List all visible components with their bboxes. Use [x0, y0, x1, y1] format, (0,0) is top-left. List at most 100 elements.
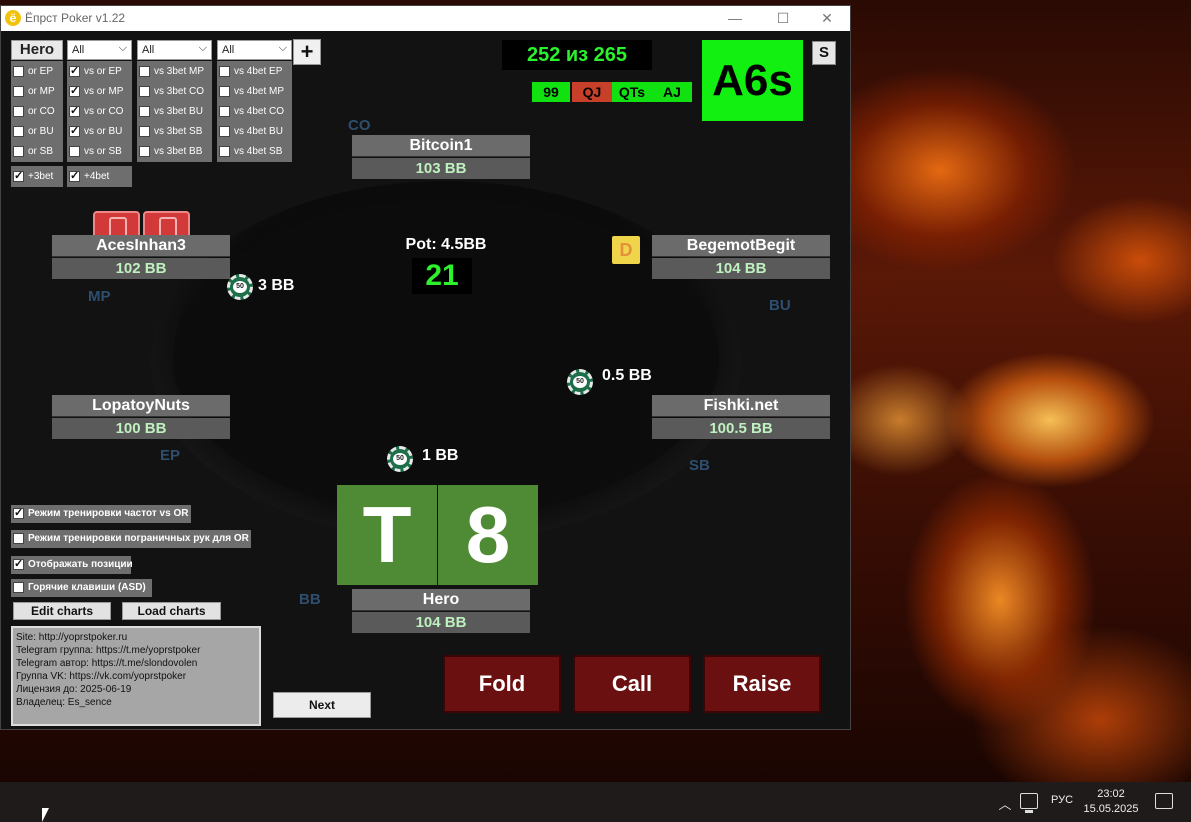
- position-label-mp: MP: [88, 288, 111, 305]
- checkbox-box[interactable]: [13, 126, 24, 137]
- filter-checkbox[interactable]: vs or BU: [67, 122, 132, 142]
- filter-checkbox[interactable]: or MP: [11, 82, 63, 102]
- filter-checkbox[interactable]: vs 4bet EP: [217, 62, 292, 82]
- checkbox-label: vs 3bet MP: [154, 66, 205, 77]
- filter-checkbox[interactable]: vs 3bet CO: [137, 82, 212, 102]
- filter-checkbox[interactable]: or SB: [11, 142, 63, 162]
- checkbox-box[interactable]: [13, 86, 24, 97]
- checkbox-box[interactable]: [69, 146, 80, 157]
- checkbox-box[interactable]: [13, 169, 24, 182]
- filter-checkbox[interactable]: or EP: [11, 62, 63, 82]
- filter-checkbox[interactable]: vs or EP: [67, 62, 132, 82]
- filter-checkbox[interactable]: vs 4bet BU: [217, 122, 292, 142]
- filter-checkbox[interactable]: or CO: [11, 102, 63, 122]
- app-logo-icon: ё: [5, 10, 21, 26]
- taskbar: ︿ РУС 23:02 15.05.2025: [0, 782, 1191, 822]
- checkbox-box[interactable]: [139, 106, 150, 117]
- add-filter-button[interactable]: +: [293, 39, 321, 65]
- hotkeys-checkbox[interactable]: Горячие клавиши (ASD): [11, 579, 152, 597]
- checkbox-box[interactable]: [219, 126, 230, 137]
- filter-checkbox[interactable]: vs or CO: [67, 102, 132, 122]
- chevron-up-icon[interactable]: ︿: [998, 794, 1012, 812]
- filter-checkbox[interactable]: vs or SB: [67, 142, 132, 162]
- chip-icon: [227, 274, 253, 300]
- settings-s-button[interactable]: S: [812, 41, 836, 65]
- checkbox-box[interactable]: [139, 126, 150, 137]
- seat-hero-name: Hero: [352, 589, 530, 611]
- seat-hero-stack: 104 BB: [352, 612, 530, 633]
- filter-checkbox[interactable]: vs 4bet SB: [217, 142, 292, 162]
- notification-icon[interactable]: [1155, 793, 1173, 809]
- filter-dropdown-2[interactable]: All ⌵: [137, 40, 212, 60]
- checkbox-box[interactable]: [139, 66, 150, 77]
- filter-dropdown-1[interactable]: All ⌵: [67, 40, 132, 60]
- checkbox-box[interactable]: [139, 86, 150, 97]
- fold-button[interactable]: Fold: [443, 655, 561, 713]
- checkbox-box[interactable]: [13, 582, 24, 593]
- network-icon[interactable]: [1020, 793, 1038, 813]
- checkbox-box[interactable]: [69, 64, 80, 77]
- maximize-button[interactable]: ☐: [763, 8, 803, 28]
- seat-co-name: Bitcoin1: [352, 135, 530, 157]
- clock[interactable]: 23:02 15.05.2025: [1082, 787, 1140, 817]
- close-button[interactable]: ✕: [807, 8, 847, 28]
- checkbox-box[interactable]: [219, 146, 230, 157]
- filter-checkbox[interactable]: vs 4bet MP: [217, 82, 292, 102]
- plus-4bet-checkbox[interactable]: +4bet: [67, 166, 132, 187]
- seat-bu-name: BegemotBegit: [652, 235, 830, 257]
- filter-checkbox[interactable]: vs 3bet BB: [137, 142, 212, 162]
- chip-icon: [387, 446, 413, 472]
- checkbox-box[interactable]: [13, 146, 24, 157]
- seat-mp-name: AcesInhan3: [52, 235, 230, 257]
- checkbox-box[interactable]: [13, 66, 24, 77]
- freq-training-checkbox[interactable]: Режим тренировки частот vs OR: [11, 505, 191, 523]
- checkbox-label: vs 4bet MP: [234, 86, 285, 97]
- call-button[interactable]: Call: [573, 655, 691, 713]
- position-label-co: CO: [348, 117, 371, 134]
- dealer-button: D: [612, 236, 640, 264]
- load-charts-button[interactable]: Load charts: [122, 602, 221, 620]
- checkbox-box[interactable]: [219, 86, 230, 97]
- filter-checkbox[interactable]: vs 3bet SB: [137, 122, 212, 142]
- clock-date: 15.05.2025: [1083, 803, 1139, 815]
- recent-hand-3: QTs: [612, 82, 652, 102]
- filter-checkbox[interactable]: vs 4bet CO: [217, 102, 292, 122]
- checkbox-box[interactable]: [13, 533, 24, 544]
- bet-amount-bb: 1 BB: [422, 447, 459, 464]
- title-bar[interactable]: ё Ёпрст Poker v1.22 — ☐ ✕: [1, 6, 850, 31]
- hero-selector[interactable]: Hero: [11, 40, 63, 60]
- checkbox-box[interactable]: [139, 146, 150, 157]
- chip-icon: [567, 369, 593, 395]
- checkbox-box[interactable]: [219, 106, 230, 117]
- app-window: ё Ёпрст Poker v1.22 — ☐ ✕ Hero All ⌵ All…: [0, 5, 851, 730]
- language-indicator[interactable]: РУС: [1048, 794, 1076, 806]
- open-raise-group: or EP or MP or CO or BU or SB: [11, 61, 63, 162]
- hands-counter: 252 из 265: [502, 40, 652, 70]
- filter-checkbox[interactable]: vs 3bet MP: [137, 62, 212, 82]
- checkbox-box[interactable]: [13, 557, 24, 570]
- filter-checkbox[interactable]: vs 3bet BU: [137, 102, 212, 122]
- position-label-sb: SB: [689, 457, 710, 474]
- checkbox-label: Режим тренировки пограничных рук для OR: [28, 533, 249, 544]
- filter-dropdown-3[interactable]: All ⌵: [217, 40, 292, 60]
- checkbox-box[interactable]: [69, 169, 80, 182]
- card-back-icon: [143, 211, 190, 237]
- filter-checkbox[interactable]: vs or MP: [67, 82, 132, 102]
- checkbox-box[interactable]: [69, 124, 80, 137]
- edit-charts-button[interactable]: Edit charts: [13, 602, 111, 620]
- checkbox-box[interactable]: [219, 66, 230, 77]
- checkbox-box[interactable]: [13, 106, 24, 117]
- checkbox-box[interactable]: [69, 84, 80, 97]
- info-line: Telegram группа: https://t.me/yoprstpoke…: [16, 645, 201, 656]
- raise-button[interactable]: Raise: [703, 655, 821, 713]
- checkbox-box[interactable]: [13, 506, 24, 519]
- borderline-training-checkbox[interactable]: Режим тренировки пограничных рук для OR: [11, 530, 251, 548]
- show-positions-checkbox[interactable]: Отображать позиции: [11, 556, 133, 574]
- checkbox-label: vs or MP: [84, 86, 124, 97]
- filter-checkbox[interactable]: or BU: [11, 122, 63, 142]
- next-button[interactable]: Next: [273, 692, 371, 718]
- minimize-button[interactable]: —: [715, 8, 755, 28]
- plus-3bet-checkbox[interactable]: +3bet: [11, 166, 63, 187]
- checkbox-box[interactable]: [69, 104, 80, 117]
- dropdown-value: All: [222, 44, 235, 56]
